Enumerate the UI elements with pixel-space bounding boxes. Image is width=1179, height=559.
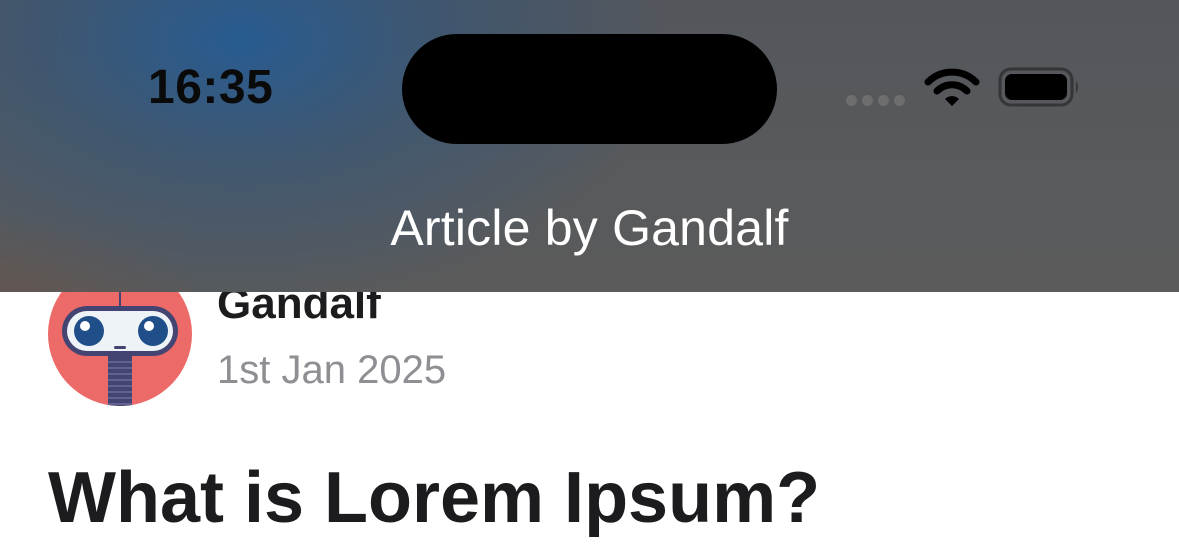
article-title: What is Lorem Ipsum?: [48, 458, 821, 538]
article-date: 1st Jan 2025: [217, 348, 447, 392]
battery-icon: [998, 67, 1082, 107]
dynamic-island: [402, 34, 777, 144]
wifi-icon: [924, 68, 980, 108]
cellular-signal-icon: [846, 95, 906, 107]
screen: Gandalf 1st Jan 2025 What is Lorem Ipsum…: [0, 0, 1179, 559]
navigation-header: 16:35 Article by Gandalf: [0, 0, 1179, 292]
nav-title: Article by Gandalf: [390, 200, 789, 256]
status-time: 16:35: [148, 61, 274, 114]
